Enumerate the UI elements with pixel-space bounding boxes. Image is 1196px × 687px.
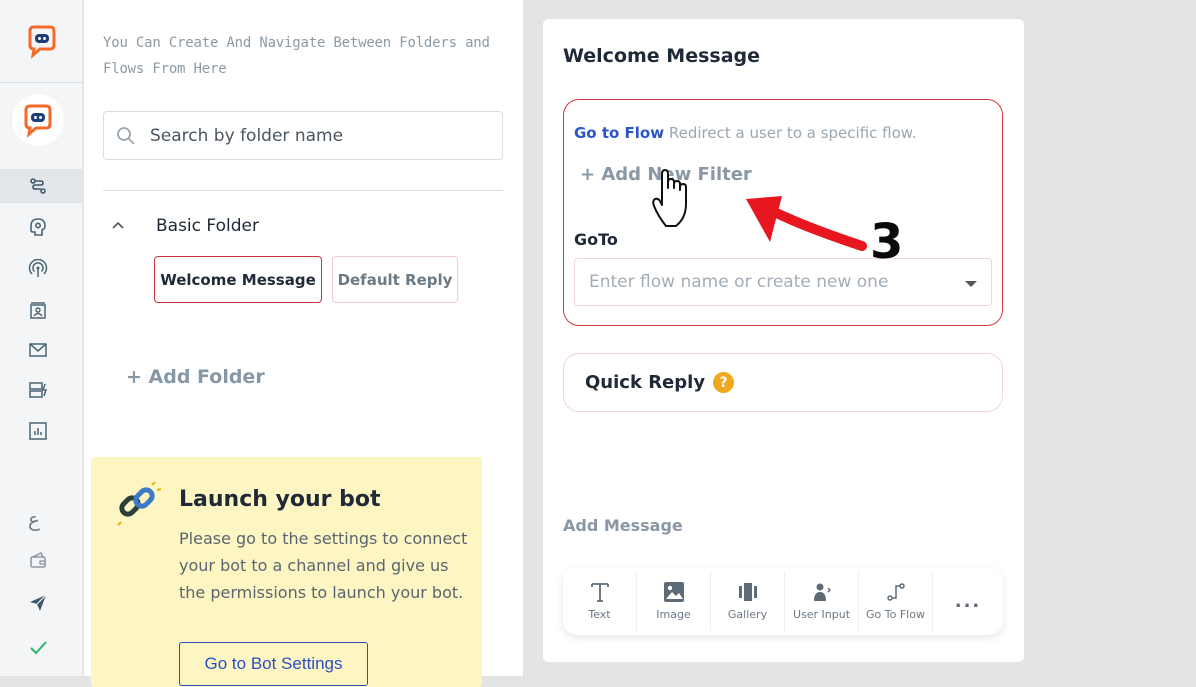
goto-intro-rest: Redirect a user to a specific flow. (664, 124, 917, 142)
launch-description: Please go to the settings to connect you… (179, 529, 468, 602)
goto-intro-strong: Go to Flow (574, 124, 665, 142)
chevron-up-icon[interactable] (110, 218, 126, 234)
search-input[interactable] (150, 125, 490, 146)
flow-title: Welcome Message (563, 45, 761, 67)
nav-flows[interactable] (0, 169, 83, 203)
folder-name: Basic Folder (156, 216, 259, 236)
send-icon (30, 594, 47, 611)
broadcast-icon (28, 259, 48, 277)
nav-status[interactable] (0, 631, 83, 665)
goto-flow-block[interactable]: Go to Flow Redirect a user to a specific… (563, 99, 1003, 326)
search-icon (117, 126, 135, 145)
tool-user-input[interactable]: User Input (785, 571, 859, 631)
nav-wallet[interactable] (0, 543, 83, 577)
nav-analytics[interactable] (0, 414, 83, 448)
rail-divider (0, 82, 83, 83)
check-icon (30, 641, 47, 655)
nav-language[interactable]: ع (0, 502, 83, 536)
bot-avatar-icon (24, 104, 52, 138)
folder-search[interactable] (103, 111, 503, 160)
flow-select[interactable]: Enter flow name or create new one (574, 258, 992, 306)
arabic-language-icon: ع (28, 507, 40, 531)
goto-label: GoTo (574, 230, 618, 249)
folders-hint: You Can Create And Navigate Between Fold… (103, 35, 490, 77)
tool-image[interactable]: Image (637, 571, 711, 631)
tool-text[interactable]: Text (563, 571, 637, 631)
flow-welcome-message[interactable]: Welcome Message (154, 256, 322, 303)
nav-storage[interactable] (0, 373, 83, 407)
add-new-filter-button[interactable]: + Add New Filter (580, 164, 752, 185)
tool-go-to-flow[interactable]: Go To Flow (859, 571, 933, 631)
brand-logo-icon[interactable] (24, 23, 60, 59)
tool-gallery[interactable]: Gallery (711, 571, 785, 631)
text-icon (590, 583, 609, 602)
storage-icon (29, 382, 48, 398)
add-folder-button[interactable]: + Add Folder (126, 366, 265, 388)
tool-user-input-label: User Input (792, 608, 851, 621)
settings-brain-icon (30, 218, 46, 236)
launch-bot-card: Launch your bot Please go to the setting… (91, 457, 482, 687)
go-to-flow-icon (886, 583, 905, 601)
link-chain-icon (117, 482, 161, 526)
help-icon[interactable]: ? (713, 372, 735, 393)
nav-contacts[interactable] (0, 294, 83, 328)
mail-icon (29, 343, 47, 357)
nav-publish[interactable] (0, 586, 83, 620)
image-icon (663, 582, 684, 602)
go-to-bot-settings-button[interactable]: Go to Bot Settings (179, 642, 368, 686)
folders-panel: You Can Create And Navigate Between Fold… (84, 0, 523, 687)
more-icon: ... (954, 590, 982, 612)
caret-down-icon (965, 281, 977, 287)
analytics-icon (29, 422, 47, 440)
user-input-icon (813, 583, 831, 601)
flows-icon (30, 178, 46, 194)
quick-reply-block[interactable]: Quick Reply ? (563, 353, 1003, 412)
gallery-icon (738, 583, 757, 601)
tool-gallery-label: Gallery (727, 608, 768, 621)
tool-image-label: Image (656, 608, 691, 621)
flow-select-placeholder: Enter flow name or create new one (589, 272, 889, 292)
flow-editor-card: Welcome Message Go to Flow Redirect a us… (543, 19, 1024, 662)
goto-intro: Go to Flow Redirect a user to a specific… (574, 124, 916, 142)
folder-basic[interactable]: Basic Folder (110, 216, 259, 236)
quick-reply-label: Quick Reply (585, 372, 706, 393)
more-tools-button[interactable]: ... (933, 571, 1003, 631)
nav-ai-settings[interactable] (0, 210, 83, 244)
bot-avatar[interactable] (12, 94, 64, 146)
launch-title: Launch your bot (179, 487, 381, 512)
tool-go-to-flow-label: Go To Flow (866, 608, 925, 621)
flow-default-reply[interactable]: Default Reply (332, 256, 458, 303)
nav-mail[interactable] (0, 333, 83, 367)
panel-divider (103, 190, 503, 191)
add-message-label: Add Message (563, 516, 683, 535)
nav-broadcast[interactable] (0, 252, 83, 286)
contacts-icon (30, 302, 46, 319)
message-type-toolbar: Text Image Gallery User Input Go To Flow… (563, 567, 1003, 635)
icon-sidebar: ع (0, 0, 83, 676)
wallet-icon (30, 551, 46, 568)
tool-text-label: Text (588, 608, 611, 621)
